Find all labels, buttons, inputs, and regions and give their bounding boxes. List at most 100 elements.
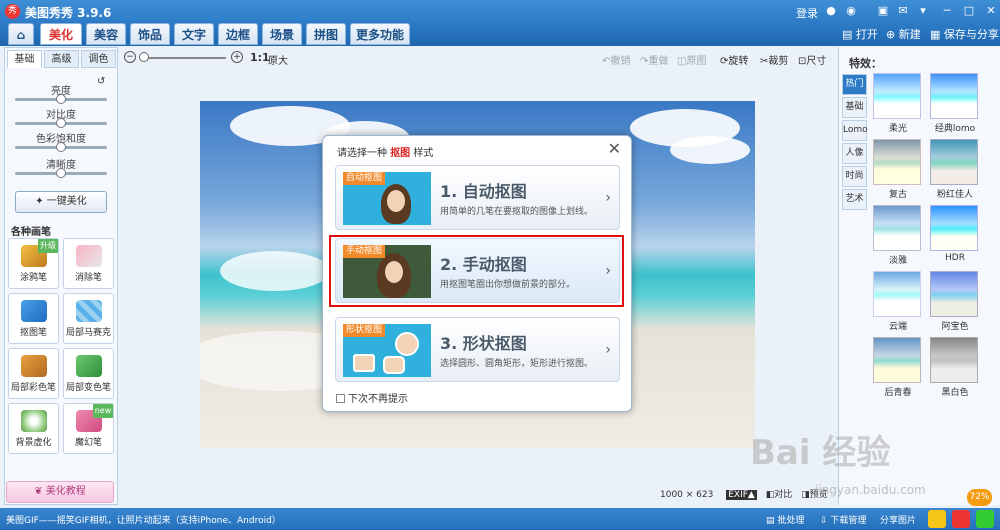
tab-scene[interactable]: 场景 bbox=[262, 23, 302, 45]
zoom-out-icon[interactable]: − bbox=[124, 51, 136, 63]
shape-cutout-thumbnail: 形状抠图 bbox=[343, 324, 431, 377]
effect-thumbnail bbox=[873, 205, 921, 251]
gif-promo-link[interactable]: 美图GIF——摇笑GIF相机，让照片动起来（支持iPhone、Android） bbox=[6, 513, 281, 526]
effect-label: 粉红佳人 bbox=[936, 190, 973, 200]
tool-label: 魔幻笔 bbox=[74, 438, 102, 448]
tool-eraser-pen[interactable]: 消除笔 bbox=[63, 238, 114, 289]
saturation-knob[interactable] bbox=[56, 142, 66, 152]
minimize-icon[interactable]: ─ bbox=[940, 4, 954, 18]
effect-label: 复古 bbox=[888, 190, 907, 200]
brightness-knob[interactable] bbox=[56, 94, 66, 104]
save-share-button[interactable]: ▦ 保存与分享 bbox=[930, 26, 999, 42]
weibo-share-icon[interactable] bbox=[952, 510, 970, 528]
login-link[interactable]: 登录 bbox=[796, 5, 818, 21]
qq-icon[interactable]: ● bbox=[824, 4, 838, 18]
blur-icon bbox=[20, 410, 47, 432]
original-image-button[interactable]: ◫原图 bbox=[677, 52, 706, 67]
cat-fashion[interactable]: 时尚 bbox=[842, 166, 867, 187]
undo-label: 撤销 bbox=[610, 56, 631, 67]
tool-local-recolor-pen[interactable]: 局部变色笔 bbox=[63, 348, 114, 399]
saturation-slider[interactable] bbox=[15, 142, 107, 152]
original-size-button[interactable]: 原大 bbox=[268, 52, 288, 67]
zoom-slider[interactable] bbox=[139, 52, 226, 62]
effect-retro[interactable]: 复古 bbox=[873, 139, 923, 201]
cat-lomo[interactable]: Lomo bbox=[842, 120, 868, 141]
dont-show-again-checkbox[interactable]: 下次不再提示 bbox=[336, 390, 408, 405]
skin-icon[interactable]: ▣ bbox=[876, 4, 890, 18]
subtab-advanced[interactable]: 高级 bbox=[44, 50, 79, 68]
rotate-button[interactable]: ⟳旋转 bbox=[720, 52, 748, 67]
compare-button[interactable]: ◧对比 bbox=[766, 490, 793, 500]
weibo-icon[interactable]: ◉ bbox=[844, 4, 858, 18]
sharpness-slider[interactable] bbox=[15, 168, 107, 178]
cat-hot[interactable]: 热门 bbox=[842, 74, 867, 95]
crop-button[interactable]: ✂裁剪 bbox=[760, 52, 788, 67]
actual-size-ratio[interactable]: 1:1 bbox=[250, 51, 270, 64]
effect-abao[interactable]: 阿宝色 bbox=[930, 271, 980, 333]
effect-hdr[interactable]: HDR bbox=[930, 205, 980, 267]
download-manager-button[interactable]: ⇩ 下载管理 bbox=[820, 513, 866, 526]
subtab-basic[interactable]: 基础 bbox=[7, 50, 42, 68]
dialog-close-icon[interactable]: ✕ bbox=[608, 139, 621, 158]
tool-doodle-pen[interactable]: 涂鸦笔 升级 bbox=[8, 238, 59, 289]
share-image-button[interactable]: 分享图片 bbox=[880, 513, 916, 526]
option-auto-cutout[interactable]: 自动抠图 1. 自动抠图 用简单的几笔在要抠取的图像上划线。 › bbox=[335, 165, 620, 230]
resize-button[interactable]: ⊡尺寸 bbox=[798, 52, 826, 67]
cat-portrait[interactable]: 人像 bbox=[842, 143, 867, 164]
effect-soft-light[interactable]: 柔光 bbox=[873, 73, 923, 135]
effect-black-white[interactable]: 黑白色 bbox=[930, 337, 980, 399]
sharpness-knob[interactable] bbox=[56, 168, 66, 178]
contrast-slider[interactable] bbox=[15, 118, 107, 128]
tab-border[interactable]: 边框 bbox=[218, 23, 258, 45]
effect-thumbnail bbox=[930, 205, 978, 251]
tool-magic-pen[interactable]: 魔幻笔 new bbox=[63, 403, 114, 454]
effect-classic-lomo[interactable]: 经典lomo bbox=[930, 73, 980, 135]
add-icon[interactable] bbox=[976, 510, 994, 528]
new-button[interactable]: ⊕ 新建 bbox=[886, 26, 921, 42]
menu-icon[interactable]: ▾ bbox=[916, 4, 930, 18]
contrast-knob[interactable] bbox=[56, 118, 66, 128]
tab-beautify[interactable]: 美化 bbox=[40, 23, 82, 45]
effect-elegant[interactable]: 淡雅 bbox=[873, 205, 923, 267]
effect-youth[interactable]: 后青春 bbox=[873, 337, 923, 399]
maximize-icon[interactable]: □ bbox=[962, 4, 976, 18]
tool-background-blur[interactable]: 背景虚化 bbox=[8, 403, 59, 454]
tool-local-color-pen[interactable]: 局部彩色笔 bbox=[8, 348, 59, 399]
color-brush-icon bbox=[20, 355, 47, 377]
effect-pink-lady[interactable]: 粉红佳人 bbox=[930, 139, 980, 201]
star-icon[interactable] bbox=[928, 510, 946, 528]
batch-process-button[interactable]: ▤ 批处理 bbox=[766, 513, 804, 526]
tab-accessories[interactable]: 饰品 bbox=[130, 23, 170, 45]
zoom-knob[interactable] bbox=[139, 52, 149, 62]
option-shape-cutout[interactable]: 形状抠图 3. 形状抠图 选择圆形、圆角矩形，矩形进行抠图。 › bbox=[335, 317, 620, 382]
tab-text[interactable]: 文字 bbox=[174, 23, 214, 45]
option-description: 用简单的几笔在要抠取的图像上划线。 bbox=[440, 207, 594, 217]
one-click-beautify-button[interactable]: ✦ 一键美化 bbox=[15, 191, 107, 213]
exif-button[interactable]: EXIF▲ bbox=[726, 490, 757, 500]
message-icon[interactable]: ✉ bbox=[896, 4, 910, 18]
app-title: 美图秀秀 3.9.6 bbox=[25, 6, 112, 20]
checkbox-box[interactable] bbox=[336, 394, 345, 403]
open-button[interactable]: ▤ 打开 bbox=[842, 26, 878, 42]
brightness-slider[interactable] bbox=[15, 94, 107, 104]
redo-button[interactable]: ↷重做 bbox=[640, 52, 668, 67]
cat-art[interactable]: 艺术 bbox=[842, 189, 867, 210]
subtab-color[interactable]: 调色 bbox=[81, 50, 116, 68]
tab-beauty[interactable]: 美容 bbox=[86, 23, 126, 45]
home-icon[interactable]: ⌂ bbox=[8, 23, 34, 45]
tab-more[interactable]: 更多功能 bbox=[350, 23, 410, 45]
effect-cloud[interactable]: 云端 bbox=[873, 271, 923, 333]
effect-thumbnail bbox=[930, 139, 978, 185]
close-window-icon[interactable]: ✕ bbox=[984, 4, 998, 18]
cat-basic[interactable]: 基础 bbox=[842, 97, 867, 118]
undo-button[interactable]: ↶撤销 bbox=[602, 52, 630, 67]
tab-collage[interactable]: 拼图 bbox=[306, 23, 346, 45]
tool-cutout-pen[interactable]: 抠图笔 bbox=[8, 293, 59, 344]
option-description: 选择圆形、圆角矩形，矩形进行抠图。 bbox=[440, 359, 594, 369]
tool-local-mosaic[interactable]: 局部马赛克 bbox=[63, 293, 114, 344]
dialog-title: 请选择一种 抠图 样式 bbox=[337, 144, 433, 159]
option-title: 3. 形状抠图 bbox=[440, 334, 527, 353]
beautify-tutorial-button[interactable]: ❦ 美化教程 bbox=[6, 481, 114, 503]
zoom-in-icon[interactable]: + bbox=[231, 51, 243, 63]
mosaic-icon bbox=[75, 300, 102, 322]
